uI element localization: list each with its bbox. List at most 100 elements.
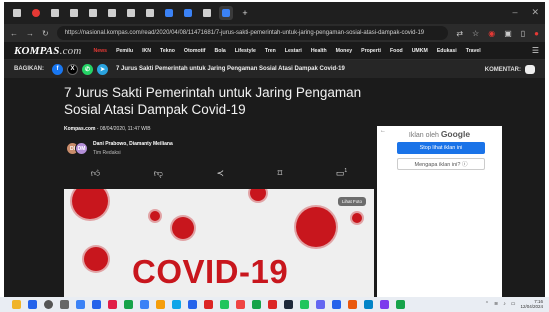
- back-arrow-icon[interactable]: ←: [10, 29, 18, 38]
- avatar: DM: [75, 142, 88, 155]
- system-tray: ⌃ ≋ ♪ ▭ 7:16 12/04/2024: [485, 299, 543, 309]
- app-icon[interactable]: [92, 300, 101, 309]
- new-tab-button[interactable]: +: [238, 6, 252, 20]
- battery-icon[interactable]: ▭: [511, 301, 516, 307]
- tab-active[interactable]: [219, 6, 233, 20]
- app-icon[interactable]: [268, 300, 277, 309]
- minimize-button[interactable]: –: [512, 7, 517, 18]
- app-icon[interactable]: [172, 300, 181, 309]
- nav-item[interactable]: News: [94, 48, 108, 54]
- tab[interactable]: [162, 6, 176, 20]
- app-icon[interactable]: [396, 300, 405, 309]
- komentar-button[interactable]: KOMENTAR:: [485, 65, 535, 74]
- share-bar: BAGIKAN: f X ✆ ➤ 7 Jurus Sakti Pemerinta…: [4, 60, 545, 78]
- tab[interactable]: [181, 6, 195, 20]
- tab[interactable]: [48, 6, 62, 20]
- nav-item[interactable]: Tekno: [160, 48, 175, 54]
- site-nav: KOMPAS.com News Pemilu IKN Tekno Otomotif Bol…: [4, 42, 545, 60]
- task-view-icon[interactable]: [60, 300, 69, 309]
- virus-graphic: [72, 189, 108, 219]
- wifi-icon[interactable]: ≋: [494, 301, 498, 307]
- extension-icon[interactable]: ◉: [488, 29, 495, 38]
- ad-attribution: Iklan oleh Google: [408, 129, 471, 139]
- tab[interactable]: [124, 6, 138, 20]
- nav-item[interactable]: Properti: [361, 48, 381, 54]
- nav-item[interactable]: Lestari: [285, 48, 302, 54]
- nav-item[interactable]: Tren: [265, 48, 276, 54]
- nav-item[interactable]: IKN: [142, 48, 151, 54]
- app-icon[interactable]: [348, 300, 357, 309]
- stop-ad-button[interactable]: Stop lihat iklan ini: [397, 142, 485, 154]
- app-icon[interactable]: [236, 300, 245, 309]
- app-icon[interactable]: [332, 300, 341, 309]
- volume-icon[interactable]: ♪: [503, 301, 506, 307]
- telegram-icon[interactable]: ➤: [97, 63, 108, 75]
- app-icon[interactable]: [252, 300, 261, 309]
- share-headline: 7 Jurus Sakti Pemerintah untuk Jaring Pe…: [116, 66, 345, 72]
- tab[interactable]: [86, 6, 100, 20]
- nav-item[interactable]: Otomotif: [184, 48, 206, 54]
- app-icon[interactable]: [188, 300, 197, 309]
- app-icon[interactable]: [364, 300, 373, 309]
- app-icon[interactable]: [316, 300, 325, 309]
- nav-item[interactable]: Lifestyle: [235, 48, 256, 54]
- comment-button[interactable]: ▭1: [336, 168, 347, 179]
- profile-icon[interactable]: ●: [534, 29, 539, 38]
- article-title: 7 Jurus Sakti Pemerintah untuk Jaring Pe…: [64, 85, 362, 117]
- nav-item[interactable]: Travel: [466, 48, 481, 54]
- why-this-ad-button[interactable]: Mengapa iklan ini? ⓘ: [397, 158, 485, 170]
- hamburger-menu-icon[interactable]: ☰: [532, 46, 539, 55]
- chevron-up-icon[interactable]: ⌃: [485, 301, 489, 307]
- clock[interactable]: 7:16 12/04/2024: [520, 299, 543, 309]
- app-icon[interactable]: [284, 300, 293, 309]
- tab[interactable]: [29, 6, 43, 20]
- tab[interactable]: [143, 6, 157, 20]
- tab[interactable]: [67, 6, 81, 20]
- article-hero-image[interactable]: Lihat Foto COVID-19: [64, 189, 374, 297]
- nav-item[interactable]: Bola: [215, 48, 226, 54]
- whatsapp-icon[interactable]: ✆: [82, 63, 93, 75]
- star-icon[interactable]: ☆: [472, 29, 479, 38]
- translate-icon[interactable]: ⇄: [456, 29, 463, 38]
- bookmark-icon[interactable]: ⌑: [278, 168, 283, 179]
- facebook-icon[interactable]: f: [52, 63, 63, 75]
- nav-item[interactable]: UMKM: [412, 48, 428, 54]
- app-icon[interactable]: [140, 300, 149, 309]
- app-icon[interactable]: [156, 300, 165, 309]
- reload-icon[interactable]: ↻: [42, 29, 49, 38]
- share-icon[interactable]: ≺: [217, 168, 225, 179]
- nav-item[interactable]: Edukasi: [437, 48, 457, 54]
- app-icon[interactable]: [76, 300, 85, 309]
- app-icon[interactable]: [124, 300, 133, 309]
- close-window-button[interactable]: ✕: [531, 7, 539, 18]
- app-icon[interactable]: [300, 300, 309, 309]
- author-block[interactable]: DI DM Dani Prabowo, Diamanty Meiliana Ti…: [66, 141, 173, 156]
- sidebar-icon[interactable]: ▯: [521, 29, 525, 38]
- nav-item[interactable]: Food: [390, 48, 403, 54]
- forward-arrow-icon[interactable]: →: [26, 29, 34, 38]
- app-icon[interactable]: [108, 300, 117, 309]
- x-twitter-icon[interactable]: X: [67, 63, 78, 75]
- author-text: Dani Prabowo, Diamanty Meiliana Tim Reda…: [93, 141, 173, 156]
- kompas-logo[interactable]: KOMPAS.com: [14, 45, 82, 57]
- nav-item[interactable]: Health: [311, 48, 327, 54]
- nav-item[interactable]: Money: [336, 48, 352, 54]
- tab[interactable]: [105, 6, 119, 20]
- url-field[interactable]: https://nasional.kompas.com/read/2020/04…: [56, 26, 449, 40]
- author-names: Dani Prabowo, Diamanty Meiliana: [93, 141, 173, 147]
- url-text: https://nasional.kompas.com/read/2020/04…: [64, 30, 425, 36]
- search-icon[interactable]: [44, 300, 53, 309]
- lihat-foto-badge[interactable]: Lihat Foto: [337, 197, 366, 206]
- nav-item[interactable]: Pemilu: [116, 48, 133, 54]
- tab[interactable]: [10, 6, 24, 20]
- start-icon[interactable]: [28, 300, 37, 309]
- thumbs-down-icon[interactable]: 👎︎: [154, 168, 163, 179]
- tab[interactable]: [200, 6, 214, 20]
- app-icon[interactable]: [220, 300, 229, 309]
- thumbs-up-icon[interactable]: 👍︎: [91, 168, 100, 179]
- app-icon[interactable]: [380, 300, 389, 309]
- comment-bubble-icon: [525, 65, 535, 74]
- app-icon[interactable]: [204, 300, 213, 309]
- widgets-icon[interactable]: [12, 300, 21, 309]
- extensions-puzzle-icon[interactable]: ▣: [504, 29, 512, 38]
